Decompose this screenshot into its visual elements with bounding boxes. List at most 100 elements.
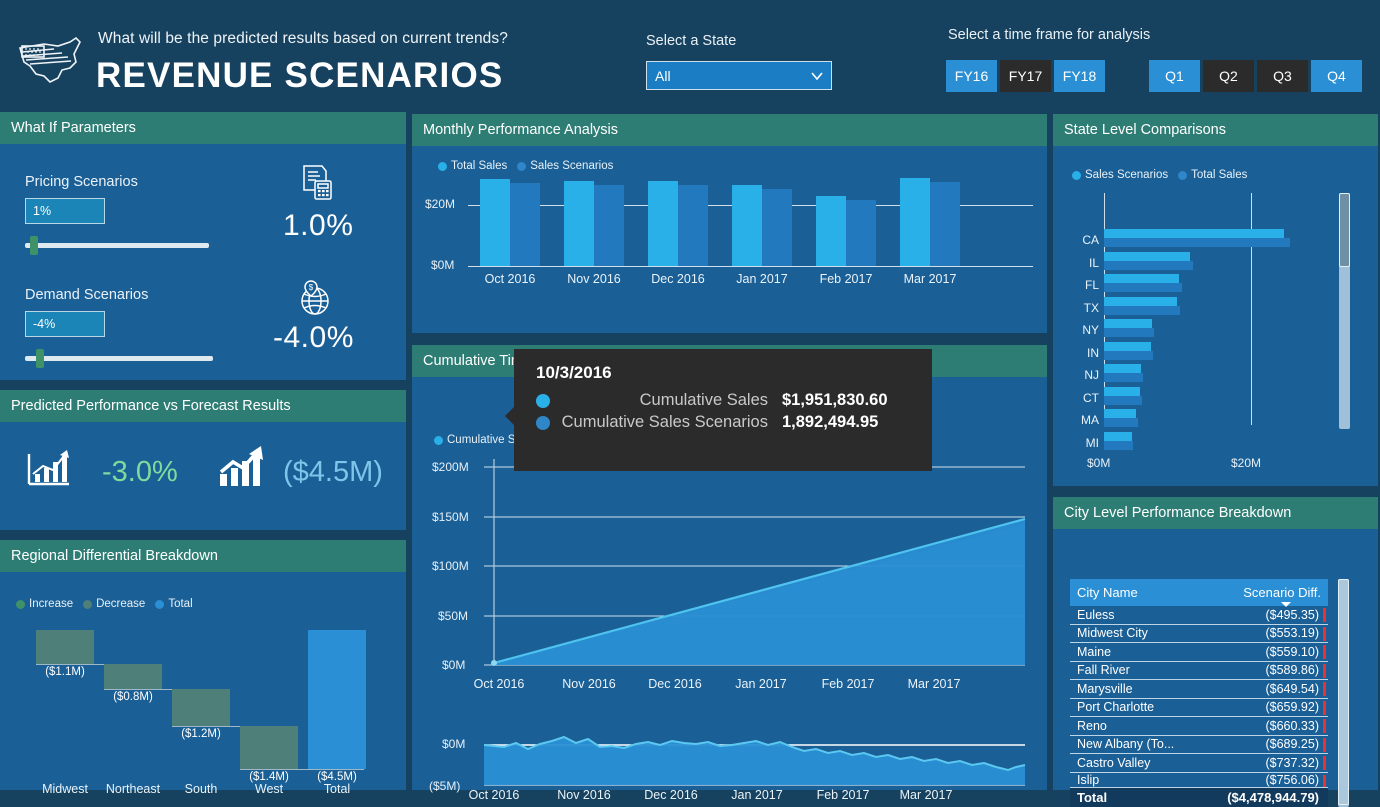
- monthly-bar-scenario-mar2017[interactable]: [930, 182, 960, 266]
- predicted-amount-value: ($4.5M): [283, 456, 383, 488]
- fiscal-year-slicer[interactable]: FY16 FY17 FY18: [946, 60, 1105, 92]
- monthly-performance-card: Monthly Performance Analysis Total Sales…: [412, 114, 1047, 333]
- monthly-category-feb2017: Feb 2017: [819, 272, 873, 286]
- monthly-bar-scenario-oct2016[interactable]: [510, 183, 540, 266]
- predicted-pct-value: -3.0%: [102, 456, 178, 488]
- monthly-bar-total-jan2017[interactable]: [732, 185, 762, 266]
- pricing-slider-track[interactable]: [25, 243, 209, 248]
- table-row[interactable]: Maine ($559.10): [1070, 643, 1328, 662]
- monthly-bar-scenario-feb2017[interactable]: [846, 200, 876, 266]
- globe-dollar-icon: $: [292, 276, 336, 325]
- fy-button-fy16[interactable]: FY16: [946, 60, 997, 92]
- table-row[interactable]: Midwest City ($553.19): [1070, 625, 1328, 643]
- waterfall-bar-northeast[interactable]: [104, 664, 162, 689]
- state-label-fl: FL: [1084, 278, 1099, 292]
- waterfall-bar-west[interactable]: [240, 726, 298, 769]
- demand-slider-thumb[interactable]: [36, 349, 44, 368]
- demand-slider-track[interactable]: [25, 356, 213, 361]
- demand-scenarios-input[interactable]: -4%: [25, 311, 105, 337]
- waterfall-connector-2: [104, 689, 176, 690]
- table-row[interactable]: Reno ($660.33): [1070, 717, 1328, 736]
- state-bar-total-ct[interactable]: [1104, 396, 1142, 405]
- monthly-bar-total-feb2017[interactable]: [816, 196, 846, 266]
- state-bar-scenario-ct[interactable]: [1104, 387, 1140, 396]
- city-table-col-diff[interactable]: Scenario Diff.: [1243, 585, 1328, 607]
- legend-item-state-scenarios[interactable]: Sales Scenarios: [1072, 169, 1168, 181]
- city-name: Marysville: [1077, 681, 1133, 696]
- table-row[interactable]: Castro Valley ($737.32): [1070, 754, 1328, 773]
- city-databar: [1323, 608, 1326, 622]
- legend-item-sales-scenarios[interactable]: Sales Scenarios: [517, 160, 613, 172]
- city-table-header: City Name Scenario Diff.: [1070, 579, 1328, 607]
- quarter-button-q1[interactable]: Q1: [1149, 60, 1200, 92]
- state-bar-scenario-fl[interactable]: [1104, 274, 1179, 283]
- table-row[interactable]: New Albany (To... ($689.25): [1070, 736, 1328, 754]
- quarter-button-q4[interactable]: Q4: [1311, 60, 1362, 92]
- monthly-bar-scenario-dec2016[interactable]: [678, 185, 708, 266]
- state-bar-scenario-ny[interactable]: [1104, 319, 1152, 328]
- tooltip-value-cumulative-scenarios: 1,892,494.95: [782, 413, 879, 431]
- monthly-bar-total-oct2016[interactable]: [480, 179, 510, 266]
- tooltip-value-cumulative-sales: $1,951,830.60: [782, 391, 888, 409]
- state-bar-scenario-in[interactable]: [1104, 342, 1151, 351]
- quarter-button-q3[interactable]: Q3: [1257, 60, 1308, 92]
- monthly-bar-scenario-nov2016[interactable]: [594, 185, 624, 266]
- state-bar-total-nj[interactable]: [1104, 373, 1143, 382]
- legend-item-total-sales[interactable]: Total Sales: [438, 160, 507, 172]
- state-label-in: IN: [1087, 346, 1099, 360]
- table-row[interactable]: Marysville ($649.54): [1070, 680, 1328, 699]
- city-diff: ($737.32): [1265, 755, 1319, 770]
- what-if-parameters-card: What If Parameters Pricing Scenarios 1%: [0, 112, 406, 380]
- table-row[interactable]: Fall River ($589.86): [1070, 662, 1328, 680]
- waterfall-bar-south[interactable]: [172, 689, 230, 726]
- quarter-button-q2[interactable]: Q2: [1203, 60, 1254, 92]
- waterfall-bar-total[interactable]: [308, 630, 366, 769]
- state-bar-total-tx[interactable]: [1104, 306, 1180, 315]
- monthly-bar-scenario-jan2017[interactable]: [762, 189, 792, 266]
- state-bar-total-mi[interactable]: [1104, 441, 1133, 450]
- state-bar-scenario-tx[interactable]: [1104, 297, 1177, 306]
- waterfall-bar-midwest[interactable]: [36, 630, 94, 664]
- table-row[interactable]: Islip ($756.06): [1070, 773, 1328, 788]
- difference-category-feb2017: Feb 2017: [816, 788, 870, 802]
- city-total-label: Total: [1077, 789, 1108, 805]
- city-table-col-city[interactable]: City Name: [1070, 585, 1243, 600]
- monthly-bar-total-dec2016[interactable]: [648, 181, 678, 266]
- state-bar-total-il[interactable]: [1104, 261, 1193, 270]
- monthly-bar-total-mar2017[interactable]: [900, 178, 930, 266]
- fy-button-fy18[interactable]: FY18: [1054, 60, 1105, 92]
- table-row[interactable]: Port Charlotte ($659.92): [1070, 699, 1328, 717]
- state-bar-scenario-il[interactable]: [1104, 252, 1190, 261]
- cumulative-category-jan2017: Jan 2017: [735, 677, 787, 691]
- quarter-slicer[interactable]: Q1 Q2 Q3 Q4: [1149, 60, 1362, 92]
- pricing-scenarios-input[interactable]: 1%: [25, 198, 105, 224]
- state-bar-scenario-ma[interactable]: [1104, 409, 1136, 418]
- city-name: Fall River: [1077, 663, 1130, 678]
- pricing-scenarios-label: Pricing Scenarios: [25, 174, 138, 190]
- city-databar: [1323, 756, 1326, 770]
- cumulative-area-chart[interactable]: [412, 439, 1047, 679]
- legend-item-state-total[interactable]: Total Sales: [1178, 169, 1247, 181]
- city-diff: ($649.54): [1265, 681, 1319, 696]
- state-bar-scenario-ca[interactable]: [1104, 229, 1284, 238]
- city-diff: ($689.25): [1265, 737, 1319, 752]
- state-label-ca: CA: [1082, 233, 1099, 247]
- state-select[interactable]: All: [646, 61, 832, 90]
- state-bar-total-fl[interactable]: [1104, 283, 1182, 292]
- city-table-scrollbar-thumb[interactable]: [1338, 579, 1349, 805]
- state-bar-scenario-nj[interactable]: [1104, 364, 1141, 373]
- difference-area-chart[interactable]: [412, 717, 1047, 787]
- state-bar-total-ca[interactable]: [1104, 238, 1290, 247]
- state-bar-scenario-mi[interactable]: [1104, 432, 1132, 441]
- state-bar-total-in[interactable]: [1104, 351, 1153, 360]
- monthly-bar-total-nov2016[interactable]: [564, 181, 594, 266]
- table-row[interactable]: Euless ($495.35): [1070, 606, 1328, 625]
- state-bar-total-ma[interactable]: [1104, 418, 1138, 427]
- arrow-growth-icon: [215, 444, 269, 497]
- monthly-performance-title: Monthly Performance Analysis: [412, 114, 1047, 146]
- monthly-category-dec2016: Dec 2016: [651, 272, 705, 286]
- pricing-slider-thumb[interactable]: [30, 236, 38, 255]
- state-bar-total-ny[interactable]: [1104, 328, 1154, 337]
- state-chart-scrollbar-thumb[interactable]: [1339, 193, 1350, 267]
- fy-button-fy17[interactable]: FY17: [1000, 60, 1051, 92]
